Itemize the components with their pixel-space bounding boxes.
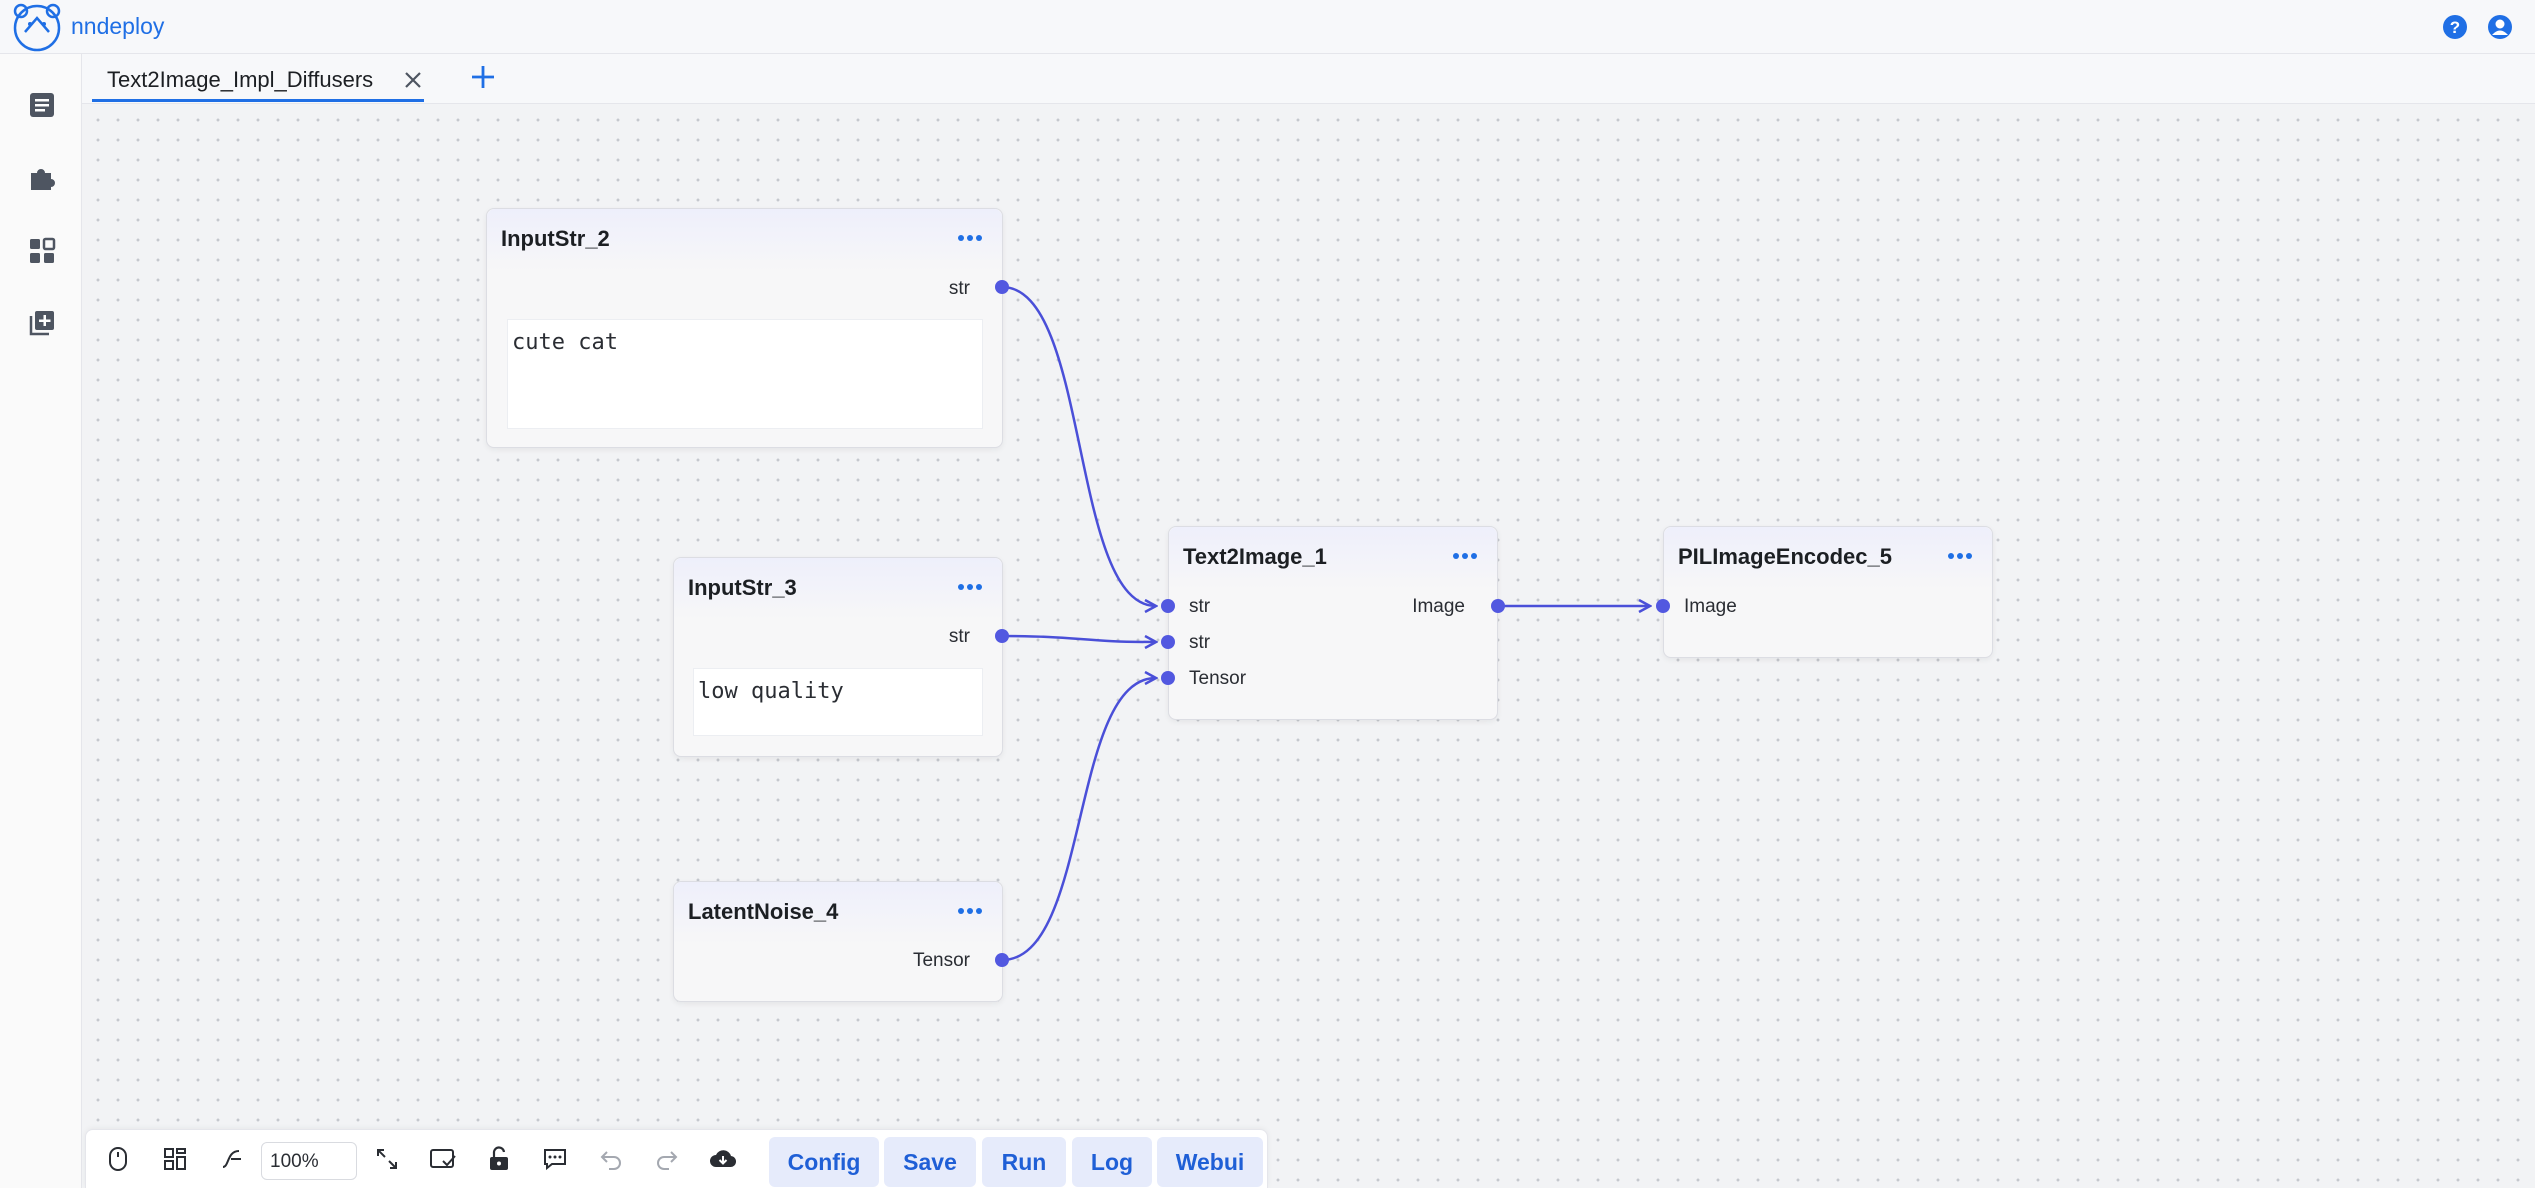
grid-icon: [30, 237, 56, 263]
add-layer-icon: [29, 311, 54, 336]
download-button[interactable]: [708, 1144, 738, 1174]
sidebar-item-document[interactable]: [24, 87, 60, 123]
bear-logo-icon[interactable]: [8, 2, 66, 52]
layout-check-icon: [430, 1149, 456, 1168]
input-port-label: Image: [1684, 596, 1737, 617]
minimap-icon: [164, 1148, 186, 1170]
node-pilimageencodec-5[interactable]: PILImageEncodec_5 Image: [1663, 526, 1993, 658]
sidebar-item-nodes[interactable]: [24, 233, 60, 269]
node-title: InputStr_3: [688, 575, 797, 600]
node-title: InputStr_2: [501, 226, 610, 251]
brand-name: nndeploy: [71, 13, 165, 39]
more-icon[interactable]: [956, 904, 984, 918]
node-latentnoise-4[interactable]: LatentNoise_4 Tensor: [673, 881, 1003, 1002]
puzzle-icon: [31, 169, 55, 190]
mouse-icon: [109, 1147, 127, 1171]
lock-button[interactable]: [484, 1144, 514, 1174]
tab-bar: Text2Image_Impl_Diffusers: [82, 54, 2535, 104]
comment-button[interactable]: [540, 1144, 570, 1174]
close-icon[interactable]: [403, 70, 423, 90]
input-port-label: str: [1189, 596, 1211, 617]
input-port-label: Tensor: [1189, 668, 1247, 689]
undo-icon: [600, 1151, 621, 1170]
curve-icon: [222, 1150, 241, 1168]
output-port-label: Image: [1412, 596, 1465, 617]
more-icon[interactable]: [956, 580, 984, 594]
log-button[interactable]: Log: [1072, 1137, 1152, 1187]
comment-icon: [544, 1149, 566, 1171]
node-inputstr-3[interactable]: InputStr_3 str low quality: [673, 557, 1003, 757]
output-port-label: Tensor: [912, 950, 970, 971]
minimap-button[interactable]: [160, 1144, 190, 1174]
prompt-text-input[interactable]: cute cat: [507, 319, 983, 429]
sidebar-item-add-node[interactable]: [24, 305, 60, 341]
svg-text:?: ?: [2450, 18, 2460, 37]
bottom-toolbar: 100% Config Save Run Log Webui: [85, 1129, 1268, 1188]
negative-prompt-input[interactable]: low quality: [693, 668, 983, 736]
more-icon[interactable]: [1946, 549, 1974, 563]
user-avatar-icon[interactable]: [2486, 13, 2514, 41]
config-button[interactable]: Config: [769, 1137, 879, 1187]
line-style-button[interactable]: [216, 1144, 246, 1174]
node-title: Text2Image_1: [1183, 544, 1327, 569]
input-port-label: str: [1189, 632, 1211, 653]
fit-view-button[interactable]: [372, 1144, 402, 1174]
cloud-download-icon: [710, 1150, 737, 1168]
mouse-mode-button[interactable]: [103, 1144, 133, 1174]
sidebar-item-document[interactable]: [24, 54, 60, 90]
run-button[interactable]: Run: [982, 1137, 1066, 1187]
document-icon: [30, 93, 54, 117]
sidebar-item-plugin[interactable]: [24, 160, 60, 196]
left-sidebar: [0, 54, 82, 1188]
redo-button[interactable]: [652, 1144, 682, 1174]
save-button[interactable]: Save: [884, 1137, 976, 1187]
zoom-level[interactable]: 100%: [261, 1142, 357, 1180]
output-port-label: str: [948, 278, 970, 299]
help-icon[interactable]: ?: [2441, 13, 2469, 41]
unlock-icon: [490, 1146, 508, 1170]
tab-text2image[interactable]: Text2Image_Impl_Diffusers: [92, 54, 424, 102]
undo-button[interactable]: [596, 1144, 626, 1174]
top-bar: nndeploy ?: [0, 0, 2535, 54]
node-inputstr-2[interactable]: InputStr_2 str cute cat: [486, 208, 1003, 448]
more-icon[interactable]: [956, 231, 984, 245]
tab-label: Text2Image_Impl_Diffusers: [107, 67, 374, 92]
expand-icon: [377, 1149, 397, 1169]
node-title: PILImageEncodec_5: [1678, 544, 1892, 569]
add-tab-icon[interactable]: [468, 62, 498, 92]
redo-icon: [657, 1151, 678, 1170]
webui-button[interactable]: Webui: [1157, 1137, 1263, 1187]
output-port-label: str: [948, 626, 970, 647]
auto-layout-button[interactable]: [428, 1144, 458, 1174]
node-title: LatentNoise_4: [688, 899, 839, 924]
more-icon[interactable]: [1451, 549, 1479, 563]
node-text2image-1[interactable]: Text2Image_1 str str Tensor Image: [1168, 526, 1498, 720]
